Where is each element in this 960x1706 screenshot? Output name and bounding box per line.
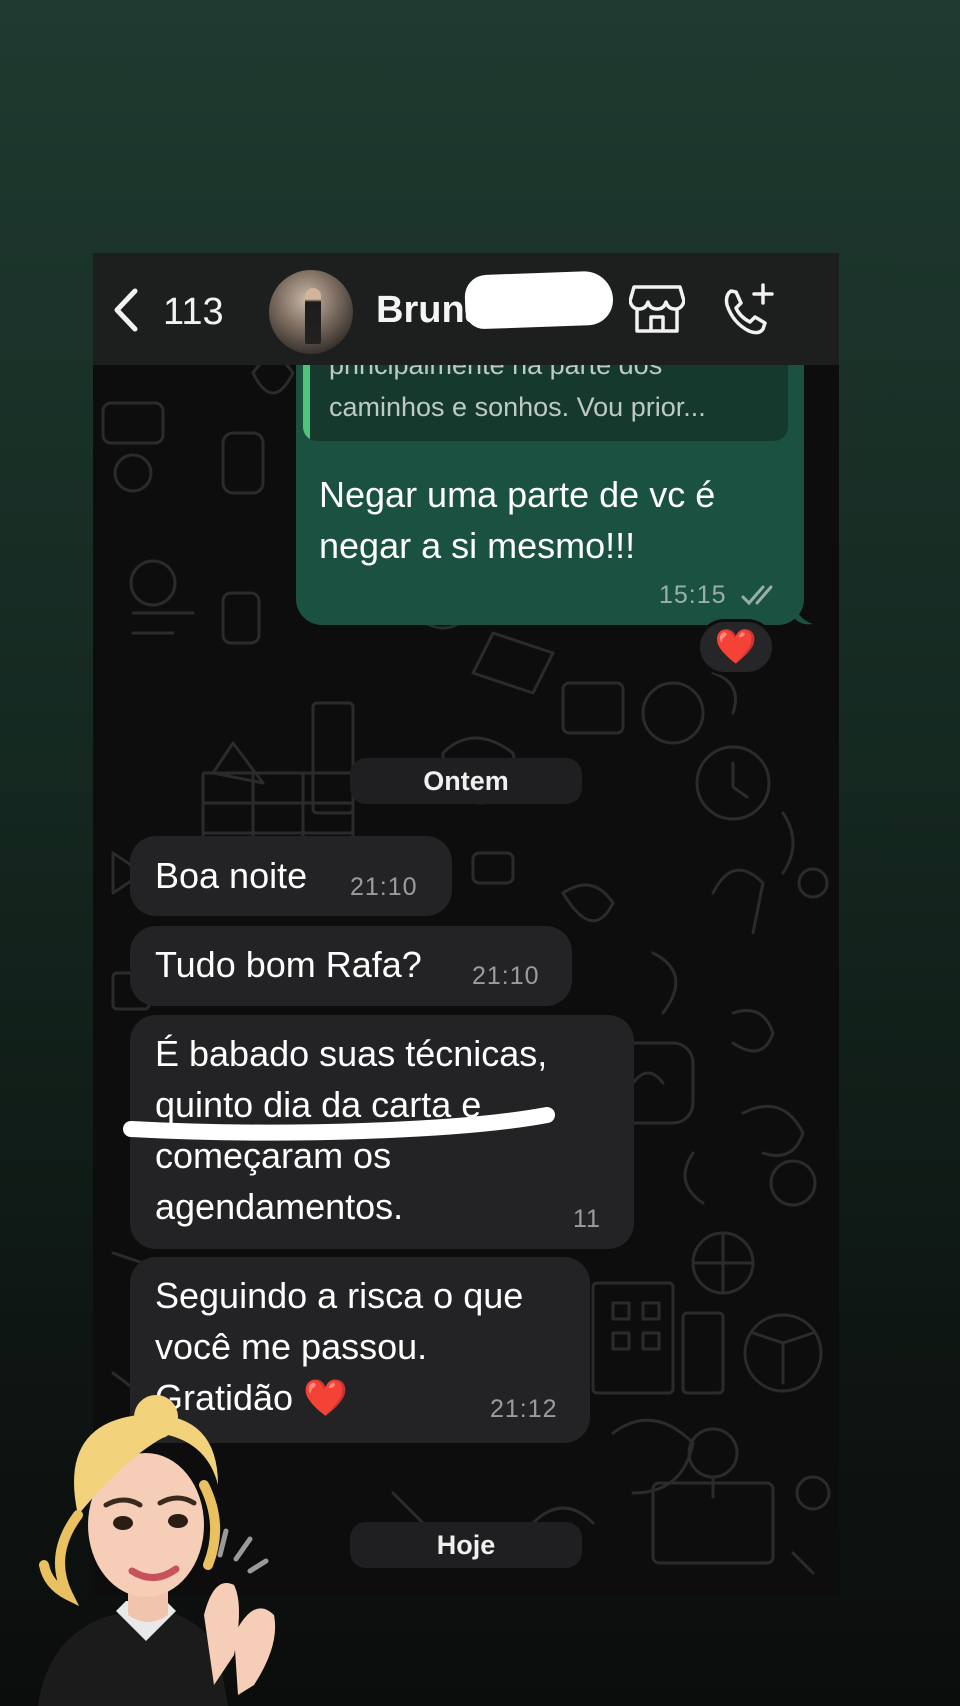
- message-line: É babado suas técnicas,: [155, 1033, 548, 1074]
- back-chevron-icon[interactable]: [111, 287, 141, 333]
- chat-header: 113 Bruna: [93, 253, 839, 365]
- message-time: 15:15: [659, 581, 727, 609]
- bubble-tail: [793, 598, 813, 625]
- business-store-icon[interactable]: [629, 283, 685, 335]
- date-divider-today: Hoje: [350, 1522, 582, 1568]
- message-time: 21:12: [490, 1395, 558, 1423]
- redaction-mark: [464, 270, 614, 330]
- message-text: Boa noite: [155, 855, 308, 896]
- message-line: Seguindo a risca o que: [155, 1275, 524, 1316]
- heart-reaction[interactable]: ❤️: [697, 619, 775, 675]
- redaction-underline: [123, 1107, 555, 1141]
- message-time: 21:10: [472, 962, 540, 990]
- read-receipt-icon: [741, 585, 773, 606]
- unread-count[interactable]: 113: [163, 291, 224, 334]
- message-text: Negar uma parte de vc é negar a si mesmo…: [319, 474, 716, 566]
- add-call-icon[interactable]: [721, 281, 777, 337]
- message-time: 11: [573, 1205, 601, 1233]
- message-line: você me passou.: [155, 1326, 428, 1367]
- date-divider-yesterday: Ontem: [350, 758, 582, 804]
- memoji-sticker: [38, 1395, 276, 1706]
- contact-avatar[interactable]: [269, 270, 353, 354]
- message-text: Tudo bom Rafa?: [155, 944, 422, 985]
- message-time: 21:10: [350, 873, 418, 901]
- message-line: agendamentos.: [155, 1186, 404, 1227]
- chat-screenshot: 113 Bruna principalmente na parte dos ca…: [93, 253, 839, 1595]
- heart-emoji: ❤️: [303, 1377, 348, 1418]
